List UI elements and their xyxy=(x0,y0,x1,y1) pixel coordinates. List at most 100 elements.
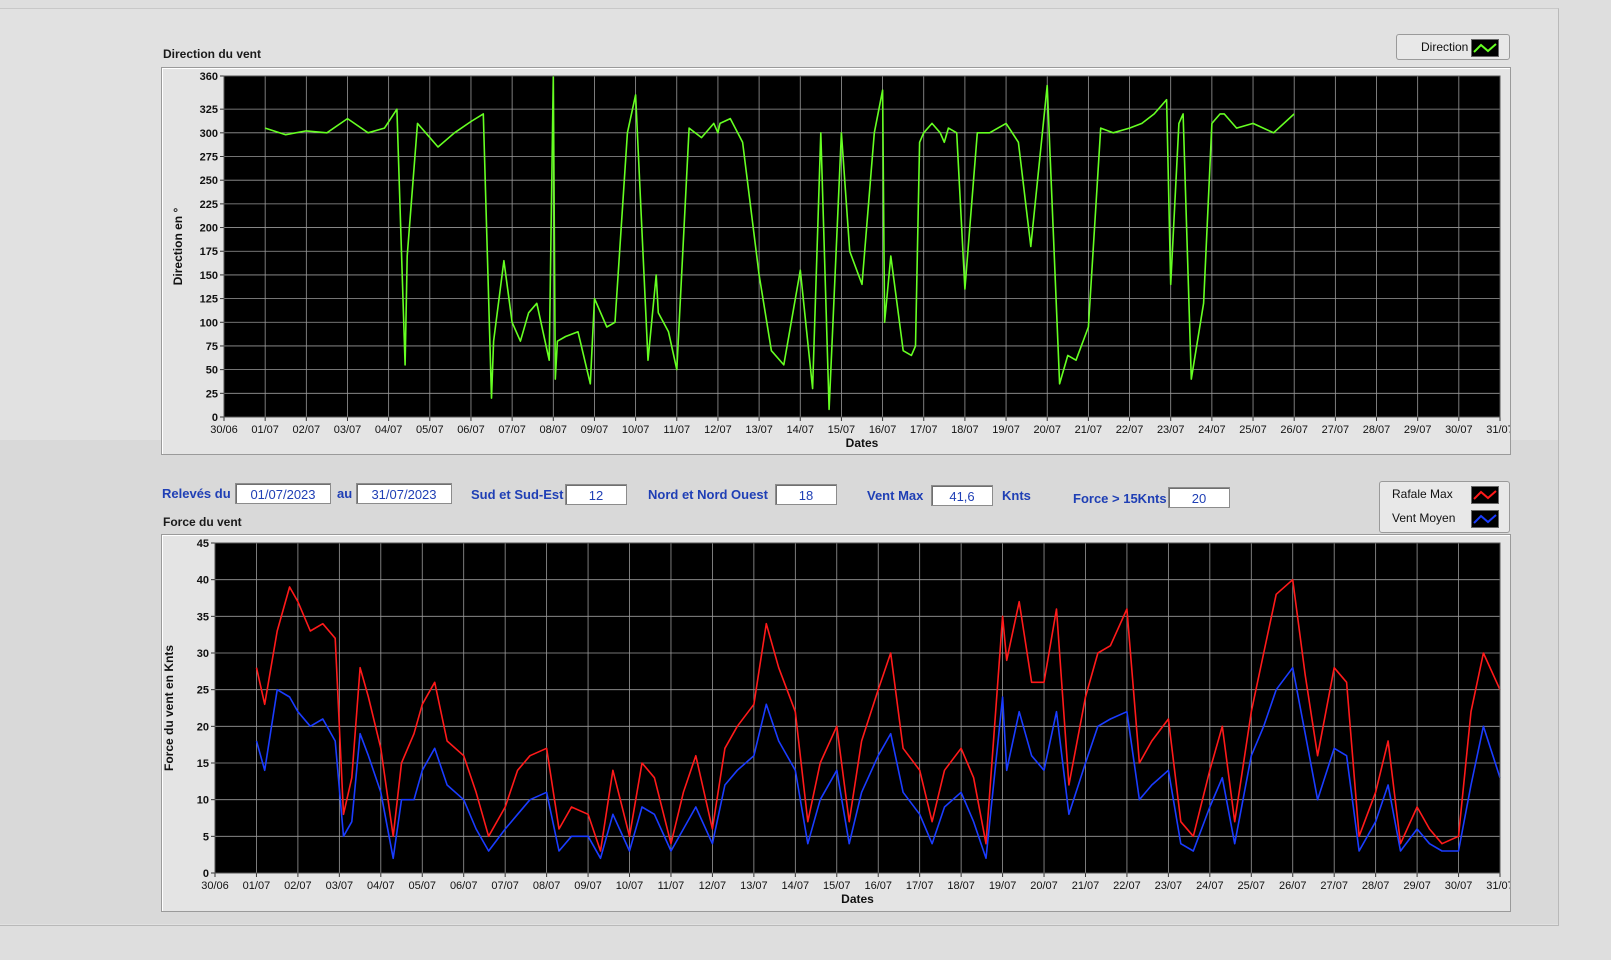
x-tick-label: 10/07 xyxy=(616,880,644,892)
au-label: au xyxy=(337,486,353,501)
x-tick-label: 14/07 xyxy=(786,424,814,436)
y-tick-label: 15 xyxy=(197,758,209,770)
x-tick-label: 02/07 xyxy=(284,880,312,892)
legend-label-direction: Direction xyxy=(1421,40,1469,54)
y-tick-label: 40 xyxy=(197,575,209,587)
nord-count-field[interactable]: 18 xyxy=(775,484,837,505)
x-tick-label: 05/07 xyxy=(416,424,444,436)
releves-label: Relevés du xyxy=(162,486,231,501)
x-tick-label: 21/07 xyxy=(1072,880,1100,892)
x-tick-label: 06/07 xyxy=(457,424,485,436)
y-tick-label: 35 xyxy=(197,611,209,623)
legend-item-moyen[interactable]: Vent Moyen xyxy=(1380,507,1509,529)
y-tick-label: 25 xyxy=(206,388,218,400)
x-tick-label: 05/07 xyxy=(408,880,436,892)
x-tick-label: 08/07 xyxy=(540,424,568,436)
x-axis-label: Dates xyxy=(841,892,874,906)
x-tick-label: 22/07 xyxy=(1113,880,1141,892)
x-tick-label: 13/07 xyxy=(740,880,768,892)
x-tick-label: 30/06 xyxy=(210,424,238,436)
x-tick-label: 18/07 xyxy=(951,424,979,436)
date-to-field[interactable]: 31/07/2023 xyxy=(356,483,452,504)
plot-area xyxy=(215,543,1500,873)
x-tick-label: 12/07 xyxy=(704,424,732,436)
x-tick-label: 09/07 xyxy=(581,424,609,436)
force-graph[interactable]: 30/06 01/07 02/07 03/07 04/07 05/07 06/07 07/07… xyxy=(161,534,1514,912)
x-tick-label: 20/07 xyxy=(1033,424,1061,436)
y-tick-label: 20 xyxy=(197,721,209,733)
x-tick-label: 28/07 xyxy=(1363,424,1391,436)
x-tick-label: 30/06 xyxy=(201,880,229,892)
x-tick-label: 19/07 xyxy=(989,880,1017,892)
x-tick-label: 16/07 xyxy=(869,424,897,436)
x-tick-label: 29/07 xyxy=(1404,424,1432,436)
x-tick-label: 14/07 xyxy=(782,880,810,892)
y-tick-label: 360 xyxy=(200,71,218,83)
x-tick-label: 25/07 xyxy=(1239,424,1267,436)
x-tick-label: 04/07 xyxy=(375,424,403,436)
x-tick-label: 10/07 xyxy=(622,424,650,436)
y-tick-label: 30 xyxy=(197,648,209,660)
y-tick-label: 275 xyxy=(200,152,218,164)
x-tick-label: 23/07 xyxy=(1155,880,1183,892)
y-tick-label: 45 xyxy=(197,538,209,550)
y-tick-label: 225 xyxy=(200,199,218,211)
ventmax-field[interactable]: 41,6 xyxy=(931,485,993,506)
x-tick-label: 11/07 xyxy=(658,880,685,892)
moyen-swatch-line-icon xyxy=(1473,514,1497,524)
x-tick-label: 26/07 xyxy=(1280,424,1308,436)
plot-area xyxy=(224,76,1500,417)
legend-item-rafale[interactable]: Rafale Max xyxy=(1380,483,1509,505)
y-tick-label: 150 xyxy=(200,270,218,282)
x-axis-label: Dates xyxy=(846,436,879,450)
x-tick-label: 07/07 xyxy=(498,424,526,436)
x-tick-label: 30/07 xyxy=(1445,880,1473,892)
y-tick-label: 125 xyxy=(200,294,218,306)
y-tick-label: 200 xyxy=(200,223,218,235)
direction-swatch-line-icon xyxy=(1473,43,1497,53)
x-tick-label: 31/07 xyxy=(1486,424,1510,436)
x-tick-label: 22/07 xyxy=(1116,424,1144,436)
x-tick-label: 01/07 xyxy=(243,880,271,892)
date-from-field[interactable]: 01/07/2023 xyxy=(235,483,331,504)
x-tick-label: 20/07 xyxy=(1030,880,1058,892)
x-tick-label: 08/07 xyxy=(533,880,561,892)
x-tick-label: 23/07 xyxy=(1157,424,1185,436)
legend-label-rafale: Rafale Max xyxy=(1392,487,1453,501)
x-tick-label: 12/07 xyxy=(699,880,727,892)
knts-unit-label: Knts xyxy=(1002,488,1031,503)
y-tick-label: 0 xyxy=(203,868,209,880)
force-legend[interactable]: Rafale Max Vent Moyen xyxy=(1379,481,1510,533)
x-tick-label: 27/07 xyxy=(1320,880,1348,892)
y-tick-label: 175 xyxy=(200,246,218,258)
x-tick-label: 19/07 xyxy=(992,424,1020,436)
sud-count-field[interactable]: 12 xyxy=(565,484,627,505)
nord-label: Nord et Nord Ouest xyxy=(648,487,768,502)
legend-label-moyen: Vent Moyen xyxy=(1392,511,1456,525)
y-tick-label: 25 xyxy=(197,685,209,697)
x-tick-label: 17/07 xyxy=(910,424,938,436)
x-tick-label: 13/07 xyxy=(745,424,773,436)
x-tick-label: 07/07 xyxy=(491,880,519,892)
x-tick-label: 03/07 xyxy=(334,424,362,436)
y-tick-label: 75 xyxy=(206,341,218,353)
y-tick-label: 100 xyxy=(200,317,218,329)
force15-field[interactable]: 20 xyxy=(1168,487,1230,508)
x-tick-label: 06/07 xyxy=(450,880,478,892)
x-tick-label: 15/07 xyxy=(828,424,856,436)
x-tick-label: 02/07 xyxy=(293,424,321,436)
x-tick-label: 04/07 xyxy=(367,880,395,892)
x-tick-label: 17/07 xyxy=(906,880,934,892)
direction-legend[interactable]: Direction xyxy=(1396,34,1510,60)
x-tick-label: 09/07 xyxy=(574,880,602,892)
legend-item-direction[interactable]: Direction xyxy=(1397,36,1509,58)
x-tick-label: 30/07 xyxy=(1445,424,1473,436)
direction-graph[interactable]: 30/06 01/07 02/07 03/07 04/07 05/07 06/07 07/07… xyxy=(161,67,1514,455)
sud-label: Sud et Sud-Est xyxy=(471,487,564,502)
y-tick-label: 250 xyxy=(200,175,218,187)
x-tick-label: 31/07 xyxy=(1486,880,1510,892)
x-tick-label: 03/07 xyxy=(326,880,354,892)
force15-label: Force > 15Knts xyxy=(1073,491,1167,506)
x-tick-label: 16/07 xyxy=(864,880,892,892)
x-tick-label: 01/07 xyxy=(251,424,279,436)
